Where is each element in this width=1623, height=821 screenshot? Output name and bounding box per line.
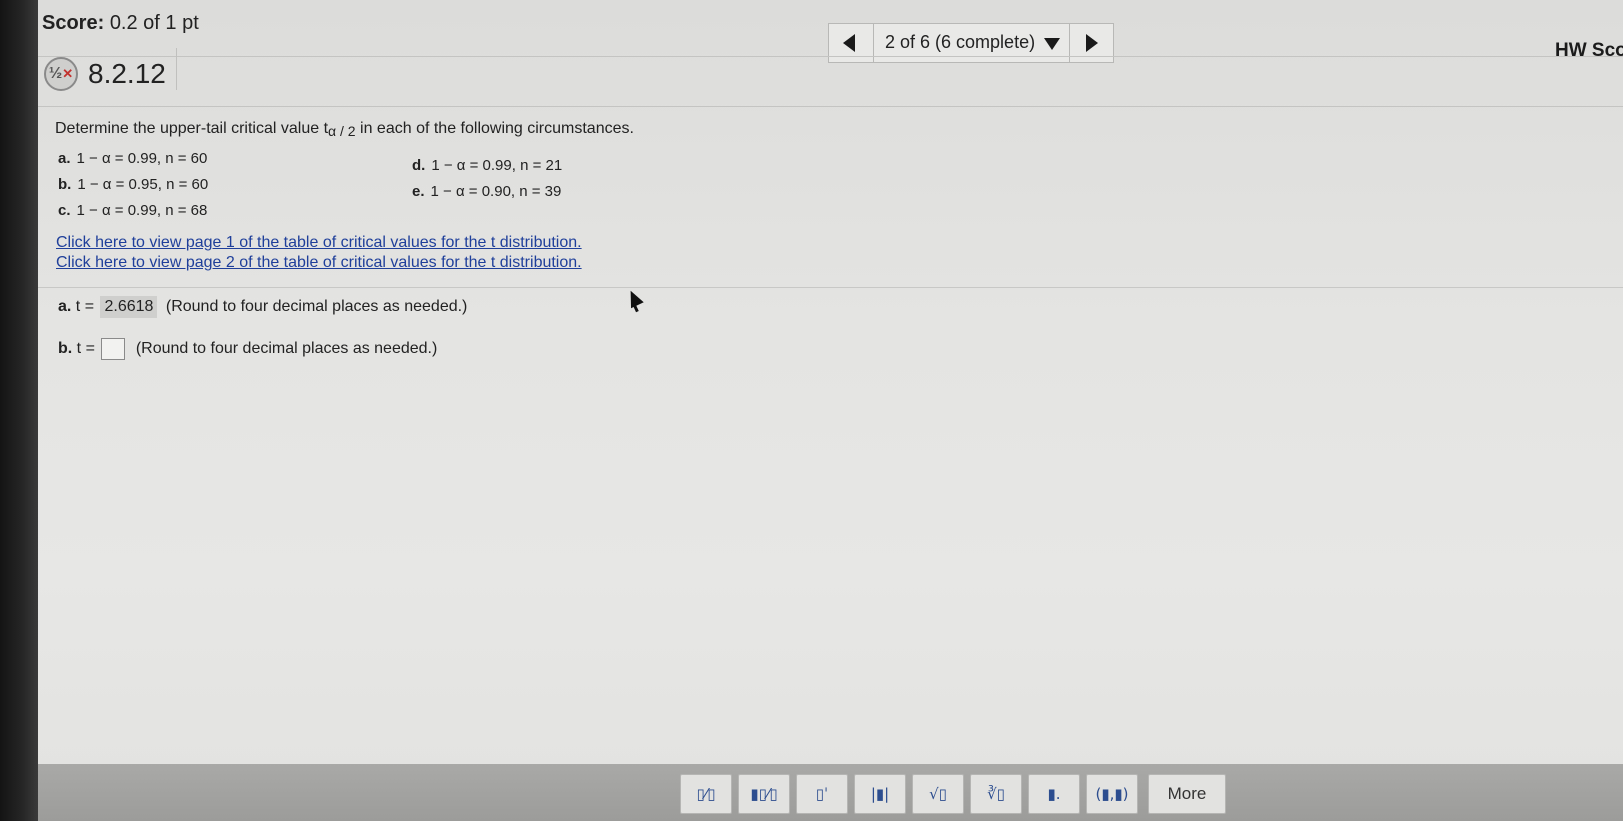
question-prompt: Determine the upper-tail critical value … <box>55 120 634 139</box>
divider <box>176 48 177 90</box>
exponent-icon[interactable]: ▯ˈ <box>796 774 848 814</box>
answer-prefix: t = <box>75 298 95 315</box>
item-text: 1 − α = 0.99, n = 21 <box>431 157 563 174</box>
square-root-icon[interactable]: √▯ <box>912 774 964 814</box>
answer-a-value: 2.6618 <box>100 296 158 318</box>
dropdown-arrow-icon[interactable] <box>1044 38 1060 50</box>
table-page-1-link[interactable]: Click here to view page 1 of the table o… <box>56 234 582 252</box>
question-number: 8.2.12 <box>88 58 166 89</box>
question-navigator: 2 of 6 (6 complete) <box>828 23 1114 63</box>
table-page-2-link[interactable]: Click here to view page 2 of the table o… <box>56 254 582 272</box>
item-label: d. <box>412 157 426 174</box>
item-text: 1 − α = 0.90, n = 39 <box>430 183 562 200</box>
question-item-c: c. 1 − α = 0.99, n = 68 <box>58 202 207 219</box>
answer-prefix: t = <box>76 340 95 358</box>
question-item-d: d. 1 − α = 0.99, n = 21 <box>412 157 562 174</box>
question-progress-dropdown[interactable]: 2 of 6 (6 complete) <box>885 32 1035 53</box>
question-item-e: e. 1 − α = 0.90, n = 39 <box>412 183 561 200</box>
item-label: c. <box>58 202 71 219</box>
nth-root-icon[interactable]: ∛▯ <box>970 774 1022 814</box>
answer-label: b. <box>58 340 73 358</box>
fraction-icon[interactable]: ▯⁄▯ <box>680 774 732 814</box>
interval-icon[interactable]: (▮,▮) <box>1086 774 1138 814</box>
item-text: 1 − α = 0.95, n = 60 <box>77 176 209 193</box>
item-label: b. <box>58 176 72 193</box>
answer-label: a. <box>58 298 72 315</box>
partial-credit-text: ½ <box>48 65 63 82</box>
previous-question-icon[interactable] <box>843 34 855 52</box>
next-question-icon[interactable] <box>1086 34 1098 52</box>
monitor-bezel <box>0 0 38 821</box>
mixed-number-icon[interactable]: ▮▯⁄▯ <box>738 774 790 814</box>
item-label: a. <box>58 150 71 167</box>
answer-row-b: b. t = (Round to four decimal places as … <box>58 338 437 360</box>
score-label: Score: <box>42 12 105 34</box>
answer-hint: (Round to four decimal places as needed.… <box>165 298 468 315</box>
score-value: 0.2 of 1 pt <box>109 12 199 34</box>
item-text: 1 − α = 0.99, n = 60 <box>76 150 208 167</box>
divider <box>38 56 1623 57</box>
prompt-subscript: α / 2 <box>328 123 356 139</box>
item-label: e. <box>412 183 425 200</box>
divider <box>38 287 1623 288</box>
hw-score-label: HW Sco <box>1555 40 1623 61</box>
prompt-text: Determine the upper-tail critical value … <box>55 120 329 137</box>
question-item-a: a. 1 − α = 0.99, n = 60 <box>58 150 207 167</box>
more-button[interactable]: More <box>1148 774 1226 814</box>
question-item-b: b. 1 − α = 0.95, n = 60 <box>58 176 208 193</box>
item-text: 1 − α = 0.99, n = 68 <box>76 202 208 219</box>
absolute-value-icon[interactable]: |▮| <box>854 774 906 814</box>
partial-credit-icon: ½✕ <box>44 57 78 91</box>
answer-hint: (Round to four decimal places as needed.… <box>135 340 438 358</box>
score-display: Score: 0.2 of 1 pt <box>42 12 199 35</box>
answer-b-input[interactable] <box>101 338 126 360</box>
divider <box>38 106 1623 107</box>
decimal-icon[interactable]: ▮. <box>1028 774 1080 814</box>
prompt-text-end: in each of the following circumstances. <box>355 120 634 137</box>
answer-row-a: a. t = 2.6618 (Round to four decimal pla… <box>58 296 467 318</box>
